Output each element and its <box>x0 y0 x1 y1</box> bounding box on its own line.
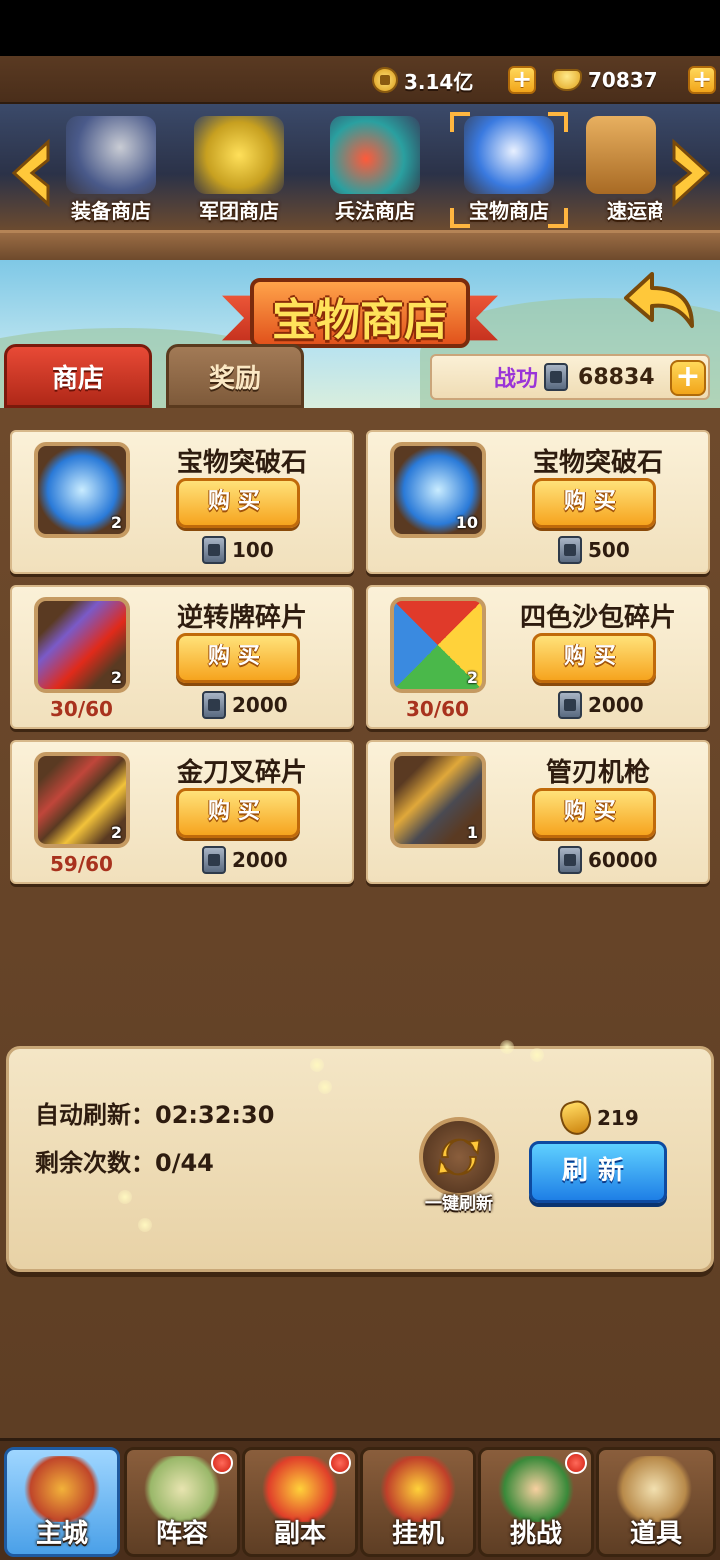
auto-refresh-timer: 02:32:30 <box>155 1101 275 1129</box>
item-price: 100 <box>202 536 274 564</box>
shop-item-card: 2 四色沙包碎片 购买 30/60 2000 <box>366 585 710 729</box>
ingot-value: 70837 <box>588 68 658 92</box>
item-price: 2000 <box>202 691 288 719</box>
buy-button[interactable]: 购买 <box>532 478 656 528</box>
notification-badge <box>211 1452 233 1474</box>
merit-token-icon <box>558 536 582 564</box>
buy-button[interactable]: 购买 <box>176 788 300 838</box>
item-name: 逆转牌碎片 <box>176 603 307 633</box>
shop-tab-tactics[interactable]: 兵法商店 <box>310 112 440 230</box>
shop-tab-express[interactable]: 速运商 <box>572 112 662 230</box>
merit-token-icon <box>202 846 226 874</box>
bottom-nav: 主城 阵容 副本 挂机 挑战 道具 <box>0 1438 720 1560</box>
sandbag-icon[interactable]: 2 <box>390 597 486 693</box>
selected-tab-frame <box>450 112 568 228</box>
gold-ingot-pile-icon <box>194 116 284 194</box>
shop-item-card: 2 金刀叉碎片 购买 59/60 2000 <box>10 740 354 884</box>
merit-token-icon <box>558 846 582 874</box>
item-name: 金刀叉碎片 <box>176 758 307 788</box>
nav-main-city[interactable]: 主城 <box>4 1447 120 1557</box>
item-price: 500 <box>558 536 630 564</box>
buy-button[interactable]: 购买 <box>532 633 656 683</box>
buy-button[interactable]: 购买 <box>176 633 300 683</box>
shop-title: 宝物商店 <box>222 274 498 352</box>
gold-ingot-icon <box>552 69 582 91</box>
buy-button[interactable]: 购买 <box>176 478 300 528</box>
tab-shop[interactable]: 商店 <box>4 344 152 408</box>
chevron-right-icon <box>672 138 711 208</box>
one-key-refresh-button[interactable]: 一键刷新 <box>411 1117 507 1214</box>
coin-icon <box>372 67 398 93</box>
shop-item-card: 2 逆转牌碎片 购买 30/60 2000 <box>10 585 354 729</box>
shop-tab-legion[interactable]: 军团商店 <box>174 112 304 230</box>
shop-carousel: 装备商店 军团商店 兵法商店 宝物商店 速运商 <box>0 104 720 260</box>
item-name: 四色沙包碎片 <box>519 603 676 633</box>
fragment-progress: 59/60 <box>50 852 113 876</box>
resource-bar: 3.14亿 + 70837 + <box>0 56 720 104</box>
merit-token-icon <box>558 691 582 719</box>
coin-value: 3.14亿 <box>404 69 474 94</box>
shop-item-card: 10 宝物突破石 购买 500 <box>366 430 710 574</box>
merit-value: 68834 <box>578 364 655 390</box>
merit-token-icon <box>202 691 226 719</box>
nav-lineup[interactable]: 阵容 <box>124 1447 240 1557</box>
shop-tab-equipment[interactable]: 装备商店 <box>46 112 176 230</box>
merit-token-icon <box>544 363 569 391</box>
add-merit-button[interactable]: + <box>670 360 706 396</box>
merit-token-icon <box>202 536 226 564</box>
notification-badge <box>565 1452 587 1474</box>
item-name: 宝物突破石 <box>532 448 663 478</box>
refresh-arrows-icon <box>437 1138 481 1176</box>
status-bar <box>0 0 720 56</box>
ingot-counter: 70837 <box>552 66 658 94</box>
cards-fragment-icon[interactable]: 2 <box>34 597 130 693</box>
item-name: 宝物突破石 <box>176 448 307 478</box>
fragment-progress: 30/60 <box>50 697 113 721</box>
nav-challenge[interactable]: 挑战 <box>478 1447 594 1557</box>
item-price: 60000 <box>558 846 658 874</box>
shop-item-card: 1 管刃机枪 购买 60000 <box>366 740 710 884</box>
gem-scroll-icon <box>330 116 420 194</box>
blue-stone-icon[interactable]: 10 <box>390 442 486 538</box>
tab-reward[interactable]: 奖励 <box>166 344 304 408</box>
nav-items[interactable]: 道具 <box>596 1447 716 1557</box>
notification-badge <box>329 1452 351 1474</box>
fragment-progress: 30/60 <box>406 697 469 721</box>
item-price: 2000 <box>558 691 644 719</box>
refresh-cost: 219 <box>557 1097 639 1139</box>
item-name: 管刃机枪 <box>545 758 650 788</box>
shop-item-card: 2 宝物突破石 购买 100 <box>10 430 354 574</box>
refresh-button[interactable]: 刷新 <box>529 1141 667 1203</box>
gatling-gun-icon[interactable]: 1 <box>390 752 486 848</box>
merit-label: 战功 <box>494 367 539 392</box>
add-coins-button[interactable]: + <box>508 66 536 94</box>
return-arrow-icon <box>624 272 694 328</box>
add-ingots-button[interactable]: + <box>688 66 716 94</box>
buy-button[interactable]: 购买 <box>532 788 656 838</box>
page-title: 宝物商店 <box>272 295 448 346</box>
nav-idle[interactable]: 挂机 <box>360 1447 476 1557</box>
coin-counter: 3.14亿 <box>372 66 473 94</box>
merit-counter: 战功 68834 + <box>430 354 710 400</box>
remaining-count: 0/44 <box>155 1149 214 1177</box>
carousel-next-button[interactable] <box>666 138 714 208</box>
nav-dungeon[interactable]: 副本 <box>242 1447 358 1557</box>
armor-helmet-icon <box>66 116 156 194</box>
auto-refresh-row: 自动刷新：02:32:30 <box>35 1101 275 1129</box>
back-button[interactable] <box>622 270 698 332</box>
blue-stone-icon[interactable]: 2 <box>34 442 130 538</box>
knife-fork-icon[interactable]: 2 <box>34 752 130 848</box>
refresh-panel: 自动刷新：02:32:30 剩余次数：0/44 一键刷新 219 刷新 <box>6 1046 714 1272</box>
remaining-count-row: 剩余次数：0/44 <box>35 1149 214 1177</box>
item-price: 2000 <box>202 846 288 874</box>
crate-icon <box>586 116 656 194</box>
refresh-token-icon <box>557 1097 595 1139</box>
